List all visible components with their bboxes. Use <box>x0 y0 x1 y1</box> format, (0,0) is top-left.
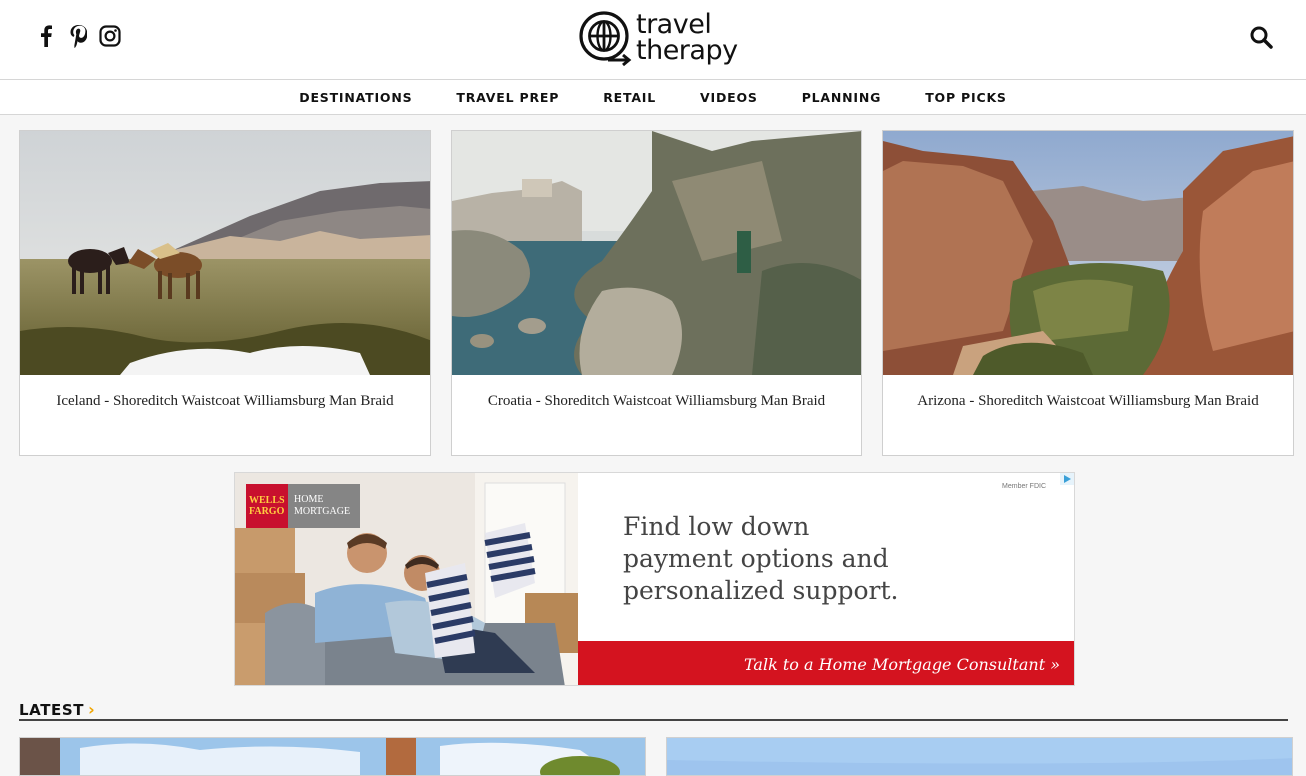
social-links <box>34 22 122 50</box>
chevron-right-icon: › <box>88 700 96 719</box>
latest-heading: LATEST <box>19 701 85 719</box>
site-logo[interactable]: travel therapy <box>578 9 738 67</box>
featured-card-croatia[interactable]: Croatia - Shoreditch Waistcoat Williamsb… <box>451 130 862 456</box>
card-caption[interactable]: Arizona - Shoreditch Waistcoat Williamsb… <box>883 393 1293 410</box>
featured-card-iceland[interactable]: Iceland - Shoreditch Waistcoat Williamsb… <box>19 130 431 456</box>
card-image <box>883 131 1293 375</box>
nav-item-travel-prep[interactable]: TRAVEL PREP <box>456 90 559 105</box>
wf-brand-line1: WELLS <box>249 495 285 506</box>
main-nav: DESTINATIONS TRAVEL PREP RETAIL VIDEOS P… <box>0 80 1306 115</box>
ad-headline-line3: personalized support. <box>623 576 899 605</box>
nav-item-planning[interactable]: PLANNING <box>802 90 882 105</box>
site-header: travel therapy <box>0 0 1306 80</box>
nav-item-destinations[interactable]: DESTINATIONS <box>299 90 412 105</box>
latest-card-image <box>667 738 1292 775</box>
wf-product-line2: MORTGAGE <box>294 506 351 517</box>
member-fdic-text: Member FDIC <box>1002 483 1046 490</box>
logo-line-therapy: therapy <box>636 35 738 66</box>
latest-card-image <box>20 738 645 775</box>
nav-item-videos[interactable]: VIDEOS <box>700 90 758 105</box>
ad-headline: Find low down payment options and person… <box>623 511 1043 607</box>
globe-icon <box>579 11 632 67</box>
ad-headline-line1: Find low down <box>623 512 810 541</box>
latest-card-1[interactable] <box>19 737 646 776</box>
adchoices-icon[interactable] <box>1060 473 1074 485</box>
wf-brand-block: WELLS FARGO <box>246 484 288 528</box>
ad-headline-line2: payment options and <box>623 544 889 573</box>
advertisement-banner[interactable]: WELLS FARGO HOME MORTGAGE Member FDIC Fi… <box>234 472 1075 686</box>
featured-card-arizona[interactable]: Arizona - Shoreditch Waistcoat Williamsb… <box>882 130 1294 456</box>
search-icon[interactable] <box>1249 25 1273 49</box>
pinterest-icon[interactable] <box>66 22 90 50</box>
ad-cta-button[interactable]: Talk to a Home Mortgage Consultant » <box>578 641 1074 685</box>
nav-item-retail[interactable]: RETAIL <box>603 90 656 105</box>
nav-item-top-picks[interactable]: TOP PICKS <box>925 90 1007 105</box>
latest-card-2[interactable] <box>666 737 1293 776</box>
wf-brand-line2: FARGO <box>249 506 285 517</box>
wells-fargo-logo: WELLS FARGO HOME MORTGAGE <box>246 484 360 528</box>
wf-product-block: HOME MORTGAGE <box>288 484 360 528</box>
latest-divider <box>19 719 1288 721</box>
facebook-icon[interactable] <box>34 22 58 50</box>
card-image <box>20 131 430 375</box>
instagram-icon[interactable] <box>98 22 122 50</box>
card-caption[interactable]: Croatia - Shoreditch Waistcoat Williamsb… <box>452 393 861 410</box>
latest-section-link[interactable]: LATEST › <box>19 700 95 719</box>
card-caption[interactable]: Iceland - Shoreditch Waistcoat Williamsb… <box>20 393 430 410</box>
logo-wordmark: travel therapy <box>636 11 738 66</box>
card-image <box>452 131 861 375</box>
wf-product-line1: HOME <box>294 494 324 505</box>
